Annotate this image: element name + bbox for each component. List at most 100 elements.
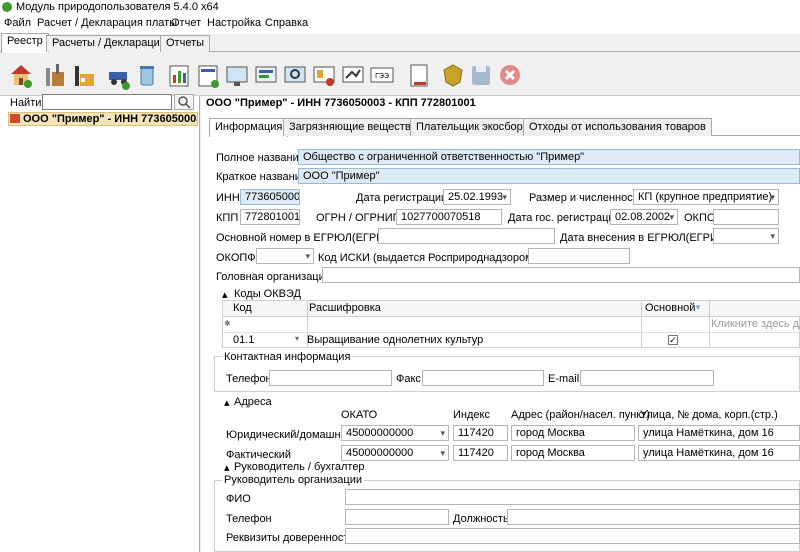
fax-label: Факс <box>396 373 421 385</box>
factory-chart-icon[interactable] <box>72 60 98 90</box>
okved-row-code[interactable]: 01.1 <box>233 334 254 346</box>
menu-file[interactable]: Файл <box>4 17 31 29</box>
find-input[interactable] <box>42 94 172 110</box>
okved-col-description[interactable]: Расшифровка <box>309 302 381 314</box>
save-icon[interactable] <box>468 60 494 90</box>
toolbar: ГЭЭ <box>0 54 800 96</box>
home-add-icon[interactable] <box>8 60 34 90</box>
full-name-field[interactable]: Общество с ограниченной ответственностью… <box>298 149 800 165</box>
email-field[interactable] <box>580 370 714 386</box>
registry-item[interactable]: ООО "Пример" - ИНН 7736050003 - КПП 7728… <box>8 112 198 126</box>
tab-waste-goods[interactable]: Отходы от использования товаров <box>523 118 712 136</box>
sub-tabs: Информация Загрязняющие вещества Платель… <box>209 118 800 137</box>
okpo-field[interactable] <box>713 209 779 225</box>
addr-col-street: Улица, № дома, корп.(стр.) <box>640 409 778 421</box>
power-of-attorney-field[interactable] <box>345 528 800 544</box>
reg-date-label: Дата регистрации <box>356 192 448 204</box>
new-row-icon: ✱ <box>224 319 231 328</box>
parent-org-field[interactable] <box>322 267 800 283</box>
fio-label: ФИО <box>226 493 251 505</box>
addr-actual-street[interactable]: улица Намёткина, дом 16 <box>638 445 800 461</box>
ogrn-label: ОГРН / ОГРНИП <box>316 212 401 224</box>
addr-legal-street[interactable]: улица Намёткина, дом 16 <box>638 425 800 441</box>
tab-registry[interactable]: Реестр <box>1 33 49 53</box>
tab-eco-fee-payer[interactable]: Плательщик экосбора <box>410 118 535 136</box>
kpp-label: КПП <box>216 212 239 224</box>
short-name-field[interactable]: ООО "Пример" <box>298 168 800 184</box>
report-sign-icon[interactable] <box>340 60 366 90</box>
menu-report[interactable]: Отчет <box>171 17 201 29</box>
screen-search-icon[interactable] <box>282 60 308 90</box>
gee-icon[interactable]: ГЭЭ <box>369 60 395 90</box>
iski-label: Код ИСКИ (выдается Росприроднадзором) <box>318 252 537 264</box>
report-add-icon[interactable] <box>195 60 221 90</box>
contact-phone-field[interactable] <box>269 370 392 386</box>
kpp-field[interactable]: 772801001 <box>240 209 300 225</box>
head-phone-label: Телефон <box>226 513 272 525</box>
find-button[interactable] <box>174 94 194 110</box>
tab-reports[interactable]: Отчеты <box>160 35 211 52</box>
main-tabs: Реестр Расчеты / Декларации Отчеты <box>0 33 800 53</box>
fio-field[interactable] <box>345 489 800 505</box>
collapse-addresses-icon[interactable]: ▴ <box>224 396 230 409</box>
management-section-label: Руководитель / бухгалтер <box>234 461 365 473</box>
okopf-select[interactable] <box>256 248 314 264</box>
short-name-label: Краткое название <box>216 171 307 183</box>
addr-actual-label: Фактический <box>226 449 292 461</box>
inn-field[interactable]: 7736050003 <box>240 189 300 205</box>
iski-field[interactable] <box>528 248 630 264</box>
tab-information[interactable]: Информация <box>209 118 289 137</box>
bin-icon[interactable] <box>134 60 160 90</box>
addr-actual-okato[interactable]: 45000000000 <box>341 445 449 461</box>
menu-settings[interactable]: Настройка <box>207 17 261 29</box>
reg-date-field[interactable]: 25.02.1993 <box>443 189 511 205</box>
position-field[interactable] <box>507 509 800 525</box>
okpo-label: ОКПО <box>684 212 716 224</box>
egrul-number-field[interactable] <box>378 228 555 244</box>
state-reg-date-label: Дата гос. регистрации <box>508 212 621 224</box>
report-edit-icon[interactable] <box>311 60 337 90</box>
screen-icon[interactable] <box>224 60 250 90</box>
report-view-icon[interactable] <box>253 60 279 90</box>
parent-org-label: Головная организация <box>216 271 331 283</box>
okved-row-description: Выращивание однолетних культур <box>307 334 484 346</box>
power-of-attorney-label: Реквизиты доверенности <box>226 532 355 544</box>
factory-icon[interactable] <box>42 60 68 90</box>
addr-actual-index[interactable]: 117420 <box>453 445 508 461</box>
egrul-number-label: Основной номер в ЕГРЮЛ(ЕГРИП) <box>216 232 396 244</box>
sort-icon: ▼ <box>694 303 702 312</box>
addr-legal-city[interactable]: город Москва <box>511 425 635 441</box>
addr-legal-index[interactable]: 117420 <box>453 425 508 441</box>
menu-calculation[interactable]: Расчет / Декларация платы <box>37 17 177 29</box>
addr-actual-city[interactable]: город Москва <box>511 445 635 461</box>
addresses-section-label: Адреса <box>234 396 272 408</box>
magnifier-icon <box>178 96 191 109</box>
okved-col-code[interactable]: Код <box>233 302 252 314</box>
ogrn-field[interactable]: 1027700070518 <box>396 209 502 225</box>
document-minus-icon[interactable] <box>406 60 432 90</box>
okved-new-row-hint[interactable]: Кликните здесь для <box>711 318 800 330</box>
okved-row-primary-checkbox[interactable]: ✓ <box>668 335 678 345</box>
egrul-date-field[interactable] <box>713 228 779 244</box>
okved-col-primary[interactable]: Основной <box>645 302 695 314</box>
addr-legal-okato[interactable]: 45000000000 <box>341 425 449 441</box>
title-bar: Модуль природопользователя 5.4.0 x64 <box>0 0 800 14</box>
tab-pollutants[interactable]: Загрязняющие вещества <box>283 118 423 136</box>
head-phone-field[interactable] <box>345 509 449 525</box>
window-title: Модуль природопользователя 5.4.0 x64 <box>16 1 219 13</box>
size-label: Размер и численность <box>529 192 644 204</box>
report-icon[interactable] <box>166 60 192 90</box>
gee-label: ГЭЭ <box>375 73 389 80</box>
collapse-management-icon[interactable]: ▴ <box>224 461 230 474</box>
fax-field[interactable] <box>422 370 544 386</box>
vehicle-icon[interactable] <box>106 60 132 90</box>
code-dropdown-icon[interactable]: ▾ <box>295 334 299 343</box>
cancel-icon[interactable] <box>497 60 523 90</box>
size-select[interactable]: КП (крупное предприятие) <box>633 189 779 205</box>
addr-col-index: Индекс <box>453 409 490 421</box>
menu-help[interactable]: Справка <box>265 17 308 29</box>
tab-calculations[interactable]: Расчеты / Декларации <box>46 35 172 52</box>
state-reg-date-field[interactable]: 02.08.2002 <box>610 209 678 225</box>
emblem-icon[interactable] <box>440 60 466 90</box>
find-label: Найти <box>10 97 42 109</box>
